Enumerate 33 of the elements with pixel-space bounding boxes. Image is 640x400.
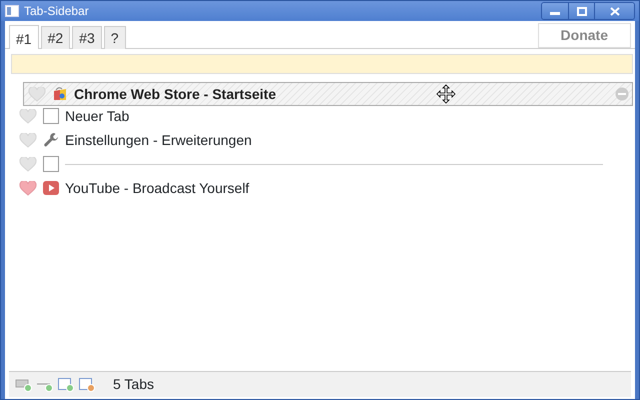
- heart-icon[interactable]: [19, 156, 37, 172]
- remove-icon[interactable]: [614, 87, 629, 101]
- tab[interactable]: ?: [104, 26, 126, 49]
- maximize-button[interactable]: [568, 3, 594, 19]
- close-icon: [610, 6, 620, 16]
- new-tab-icon[interactable]: [15, 378, 33, 392]
- sidebar-window-icon: [5, 5, 19, 17]
- dragged-tab[interactable]: Chrome Web Store - Startseite: [23, 82, 633, 106]
- tab-title: Chrome Web Store - Startseite: [74, 84, 276, 104]
- new-window-icon[interactable]: [57, 378, 75, 392]
- tab[interactable]: #2: [40, 26, 70, 49]
- move-cursor-icon: [436, 84, 456, 104]
- tab[interactable]: #3: [72, 26, 102, 49]
- donate-button[interactable]: Donate: [538, 23, 631, 48]
- heart-icon[interactable]: [19, 132, 37, 148]
- heart-icon[interactable]: [19, 180, 37, 196]
- maximize-icon: [576, 6, 586, 16]
- heart-icon[interactable]: [28, 86, 46, 102]
- tab-title[interactable]: YouTube - Broadcast Yourself: [65, 178, 250, 198]
- tab-count: 5 Tabs: [113, 375, 154, 394]
- play-icon: [43, 180, 59, 196]
- tab-title[interactable]: Neuer Tab: [65, 106, 130, 126]
- close-button[interactable]: [594, 3, 634, 19]
- tab-title[interactable]: Einstellungen - Erweiterungen: [65, 130, 252, 150]
- window-title: Tab-Sidebar: [24, 3, 89, 20]
- blank-page-icon: [43, 156, 59, 172]
- wrench-icon: [43, 132, 59, 148]
- blank-page-icon: [43, 108, 59, 124]
- minimize-button[interactable]: [542, 3, 568, 19]
- heart-icon[interactable]: [19, 108, 37, 124]
- close-window-icon[interactable]: [78, 378, 96, 392]
- store-bag-icon: [52, 86, 68, 102]
- tab[interactable]: #1: [9, 25, 39, 49]
